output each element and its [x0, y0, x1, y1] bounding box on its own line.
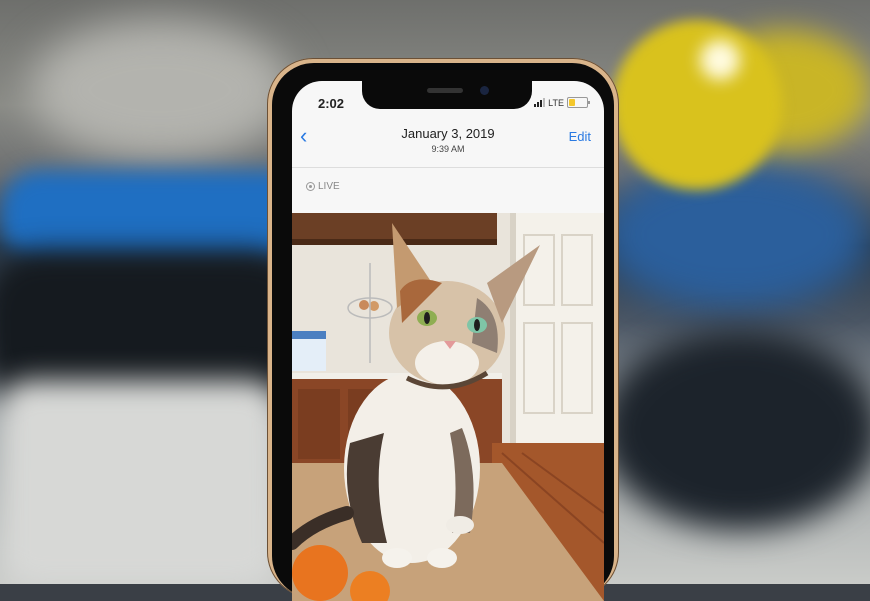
- notch: [362, 81, 532, 109]
- photo-time-subtitle: 9:39 AM: [431, 144, 465, 154]
- status-time: 2:02: [318, 96, 345, 111]
- cat-photo: [292, 213, 604, 601]
- network-label: LTE: [548, 97, 564, 108]
- live-badge[interactable]: LIVE: [306, 181, 340, 192]
- photo-view[interactable]: [292, 213, 604, 601]
- signal-icon: [534, 98, 546, 107]
- front-camera-icon: [480, 86, 489, 95]
- nav-bar: ‹ January 3, 2019 9:39 AM Edit: [292, 117, 604, 168]
- photo-date-title: January 3, 2019: [401, 126, 495, 141]
- live-label: LIVE: [318, 181, 340, 192]
- edit-button[interactable]: Edit: [569, 129, 591, 144]
- phone-screen: 2:02 LTE ‹ January 3, 2019 9:39 AM Edit …: [292, 81, 604, 601]
- live-photo-icon: [306, 182, 315, 191]
- phone-device: 2:02 LTE ‹ January 3, 2019 9:39 AM Edit …: [267, 58, 619, 601]
- battery-icon: [567, 97, 590, 108]
